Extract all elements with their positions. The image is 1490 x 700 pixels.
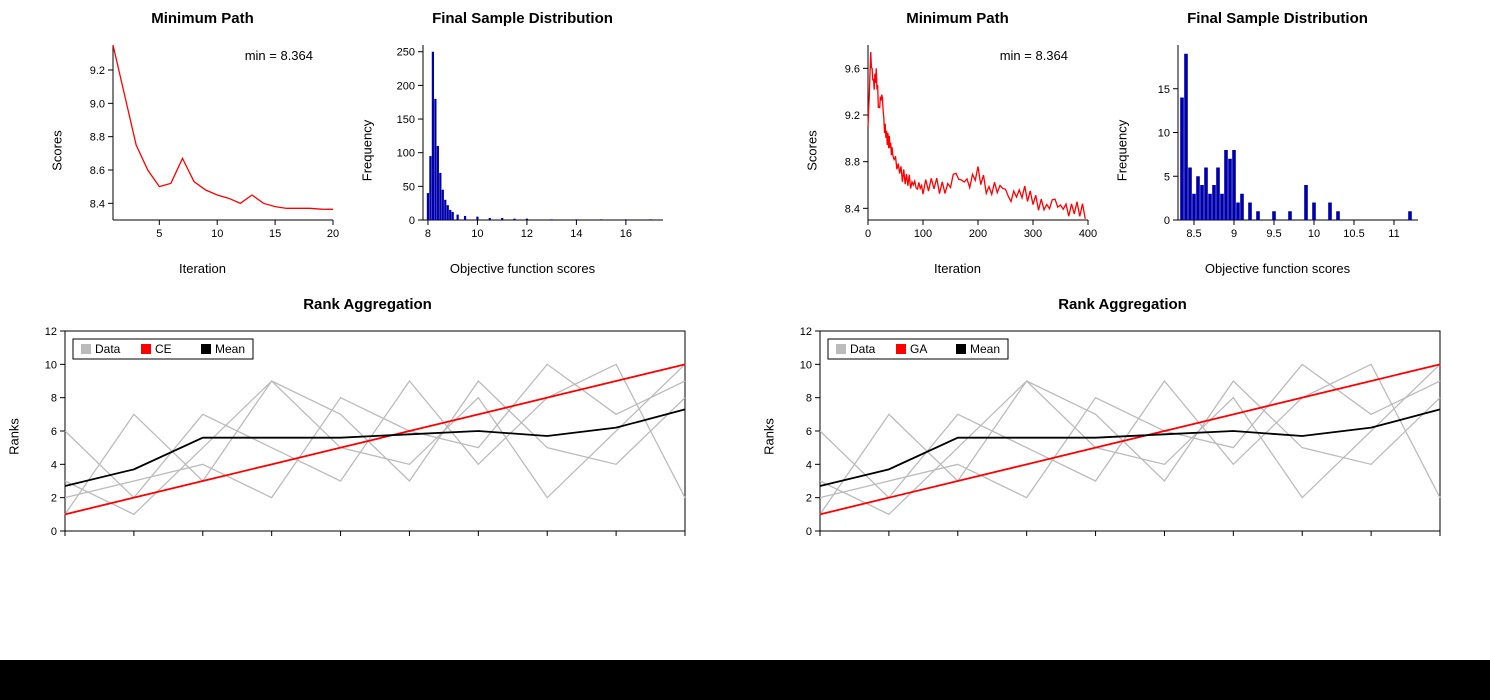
svg-text:16: 16 <box>619 228 631 240</box>
svg-text:0: 0 <box>51 526 57 538</box>
chart-title: Minimum Path <box>63 10 343 27</box>
svg-text:8.4: 8.4 <box>844 203 859 215</box>
svg-text:GA: GA <box>910 342 927 356</box>
svg-text:10: 10 <box>1307 228 1319 240</box>
svg-text:2: 2 <box>806 493 812 505</box>
svg-text:5: 5 <box>1163 171 1169 183</box>
svg-text:9.5: 9.5 <box>1266 228 1281 240</box>
svg-text:300: 300 <box>1023 228 1041 240</box>
svg-text:0: 0 <box>1163 215 1169 227</box>
svg-text:5: 5 <box>156 228 162 240</box>
svg-text:250: 250 <box>396 47 414 59</box>
top-left-group: Minimum Path Scores 5 10 15 20 8.4 8.6 8.8 9.0 9… <box>20 10 715 276</box>
svg-text:10: 10 <box>211 228 223 240</box>
chart-min-path-left: Minimum Path Scores 51015208.48.68.89.09… <box>63 10 343 276</box>
y-axis-label: Ranks <box>7 418 22 455</box>
svg-text:10.5: 10.5 <box>1343 228 1364 240</box>
svg-text:8: 8 <box>806 393 812 405</box>
svg-text:200: 200 <box>396 80 414 92</box>
svg-text:10: 10 <box>45 359 57 371</box>
svg-text:Data: Data <box>850 342 876 356</box>
svg-text:12: 12 <box>800 326 812 338</box>
x-axis-label: Objective function scores <box>373 261 673 276</box>
svg-text:10: 10 <box>471 228 483 240</box>
svg-text:11: 11 <box>1388 228 1399 240</box>
chart-hist-right: Final Sample Distribution Frequency 8.59… <box>1128 10 1428 276</box>
chart-title: Rank Aggregation <box>775 296 1470 313</box>
chart-svg: 0 2 4 6 8 10 12 Data CE Mean <box>20 321 700 561</box>
svg-text:Data: Data <box>95 342 121 356</box>
svg-text:min = 8.364: min = 8.364 <box>999 48 1067 63</box>
chart-svg: 8 10 12 14 16 0 50 100 150 200 250 <box>373 35 673 255</box>
top-right-group: Minimum Path Scores 01002003004008.48.89… <box>775 10 1470 276</box>
svg-text:8: 8 <box>51 393 57 405</box>
svg-text:9.2: 9.2 <box>844 110 859 122</box>
svg-text:8.6: 8.6 <box>89 165 104 177</box>
svg-text:50: 50 <box>402 181 414 193</box>
chart-rank-agg-left: Rank Aggregation Ranks 024681012DataCEMe… <box>20 296 715 561</box>
chart-title: Rank Aggregation <box>20 296 715 313</box>
svg-text:9: 9 <box>1230 228 1236 240</box>
svg-text:0: 0 <box>408 215 414 227</box>
svg-text:8.8: 8.8 <box>844 157 859 169</box>
svg-text:9.0: 9.0 <box>89 98 104 110</box>
svg-text:4: 4 <box>806 459 812 471</box>
y-axis-label: Scores <box>804 130 819 170</box>
chart-rank-agg-right: Rank Aggregation Ranks 024681012DataGAMe… <box>775 296 1470 561</box>
chart-svg: 8.5 9 9.5 10 10.5 11 0 5 10 15 <box>1128 35 1428 255</box>
svg-text:8.8: 8.8 <box>89 132 104 144</box>
svg-text:8: 8 <box>424 228 430 240</box>
svg-text:6: 6 <box>51 426 57 438</box>
svg-text:10: 10 <box>1157 128 1169 140</box>
y-axis-label: Frequency <box>1114 120 1129 181</box>
chart-title: Final Sample Distribution <box>373 10 673 27</box>
x-axis-label: Iteration <box>63 261 343 276</box>
svg-text:15: 15 <box>1157 84 1169 96</box>
svg-text:200: 200 <box>968 228 986 240</box>
y-axis-label: Ranks <box>762 418 777 455</box>
svg-text:Mean: Mean <box>970 342 1000 356</box>
chart-svg: 0 2 4 6 8 10 12 Data GA Mean <box>775 321 1455 561</box>
svg-text:min = 8.364: min = 8.364 <box>244 48 312 63</box>
svg-text:0: 0 <box>806 526 812 538</box>
y-axis-label: Frequency <box>359 120 374 181</box>
svg-text:8.4: 8.4 <box>89 198 104 210</box>
x-axis-label: Objective function scores <box>1128 261 1428 276</box>
svg-text:100: 100 <box>913 228 931 240</box>
svg-text:400: 400 <box>1078 228 1096 240</box>
svg-text:6: 6 <box>806 426 812 438</box>
svg-text:20: 20 <box>326 228 338 240</box>
svg-text:100: 100 <box>396 148 414 160</box>
svg-text:12: 12 <box>45 326 57 338</box>
svg-text:9.6: 9.6 <box>844 63 859 75</box>
svg-text:150: 150 <box>396 114 414 126</box>
chart-svg: 5 10 15 20 8.4 8.6 8.8 9.0 9.2 min = 8.364 <box>63 35 343 255</box>
chart-title: Final Sample Distribution <box>1128 10 1428 27</box>
svg-text:15: 15 <box>268 228 280 240</box>
y-axis-label: Scores <box>49 130 64 170</box>
chart-title: Minimum Path <box>818 10 1098 27</box>
svg-text:14: 14 <box>570 228 582 240</box>
chart-svg: 0 100 200 300 400 8.4 8.8 9.2 9.6 min = 8.364 <box>818 35 1098 255</box>
svg-text:8.5: 8.5 <box>1186 228 1201 240</box>
svg-text:2: 2 <box>51 493 57 505</box>
svg-text:0: 0 <box>864 228 870 240</box>
chart-hist-left: Final Sample Distribution Frequency 8101… <box>373 10 673 276</box>
svg-text:12: 12 <box>520 228 532 240</box>
svg-text:4: 4 <box>51 459 57 471</box>
svg-text:CE: CE <box>155 342 172 356</box>
svg-text:10: 10 <box>800 359 812 371</box>
x-axis-label: Iteration <box>818 261 1098 276</box>
chart-min-path-right: Minimum Path Scores 01002003004008.48.89… <box>818 10 1098 276</box>
svg-text:9.2: 9.2 <box>89 65 104 77</box>
svg-text:Mean: Mean <box>215 342 245 356</box>
black-strip <box>0 660 1490 700</box>
